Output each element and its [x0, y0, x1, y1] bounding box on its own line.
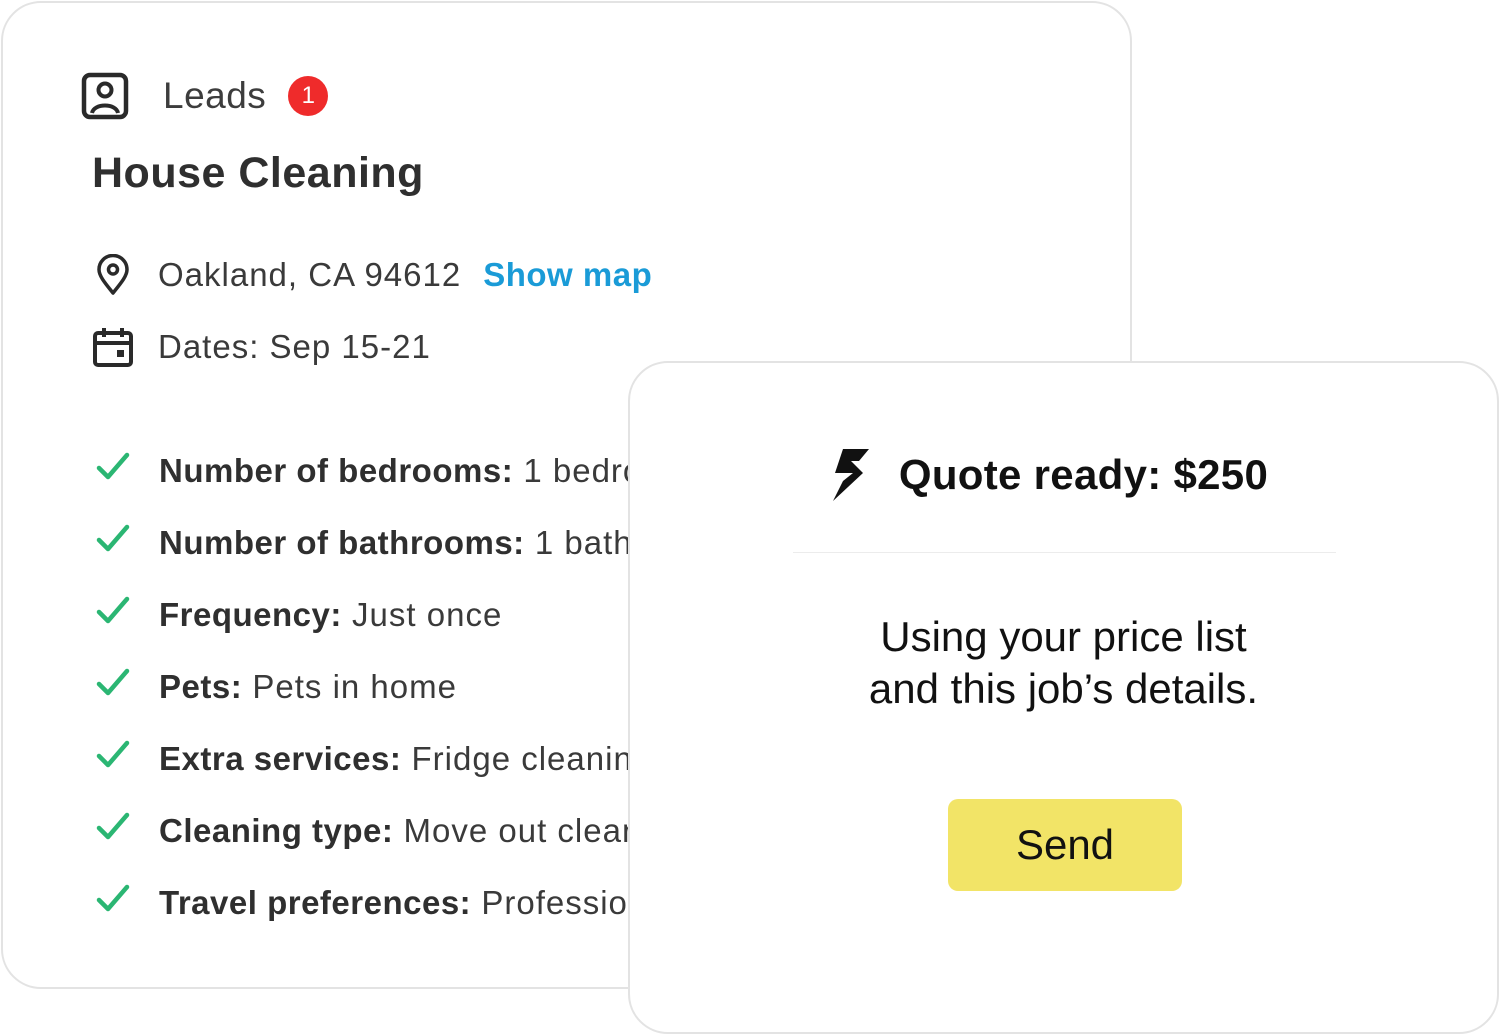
- detail-item: Extra services: Fridge cleaning: [95, 723, 712, 795]
- detail-text: Travel preferences: Professional: [159, 884, 675, 922]
- screen: Leads 1 House Cleaning Oakland, CA 94612…: [0, 0, 1500, 1036]
- detail-value: Pets in home: [242, 668, 457, 705]
- user-portrait-icon: [81, 72, 129, 120]
- detail-key: Frequency:: [159, 596, 342, 633]
- detail-key: Number of bathrooms:: [159, 524, 525, 561]
- check-icon: [96, 740, 130, 768]
- quote-description-line: Using your price list: [880, 613, 1247, 660]
- quote-card: Quote ready: $250 Using your price list …: [628, 361, 1499, 1034]
- lightning-bolt-icon: [832, 449, 869, 501]
- detail-value: Just once: [341, 596, 503, 633]
- detail-item: Frequency: Just once: [95, 579, 712, 651]
- check-icon: [96, 596, 130, 624]
- quote-title: Quote ready: $250: [898, 451, 1269, 498]
- detail-text: Frequency: Just once: [159, 596, 502, 634]
- detail-item: Cleaning type: Move out cleaning: [95, 795, 712, 867]
- quote-description: Using your price list and this job’s det…: [630, 611, 1497, 715]
- detail-text: Extra services: Fridge cleaning: [159, 740, 652, 778]
- calendar-icon: [93, 328, 133, 367]
- notification-badge: 1: [288, 76, 329, 116]
- detail-item: Travel preferences: Professional: [95, 867, 712, 939]
- detail-text: Pets: Pets in home: [159, 668, 457, 706]
- detail-key: Travel preferences:: [159, 884, 472, 921]
- location-text: Oakland, CA 94612: [158, 256, 462, 293]
- leads-label: Leads: [163, 75, 267, 116]
- dates-row: Dates: Sep 15-21: [92, 325, 431, 369]
- detail-text: Number of bedrooms: 1 bedroom: [159, 452, 690, 490]
- map-pin-icon: [97, 254, 129, 295]
- detail-key: Number of bedrooms:: [159, 452, 514, 489]
- detail-key: Pets:: [159, 668, 243, 705]
- detail-value: Fridge cleaning: [401, 740, 653, 777]
- show-map-link[interactable]: Show map: [483, 256, 652, 294]
- detail-key: Cleaning type:: [159, 812, 394, 849]
- detail-key: Extra services:: [159, 740, 402, 777]
- detail-text: Cleaning type: Move out cleaning: [159, 812, 688, 850]
- check-icon: [96, 524, 130, 552]
- check-icon: [96, 812, 130, 840]
- check-icon: [96, 452, 130, 480]
- dates-text: Dates: Sep 15-21: [158, 328, 431, 365]
- quote-header: Quote ready: $250: [630, 447, 1497, 503]
- send-button[interactable]: Send: [948, 799, 1182, 891]
- check-icon: [96, 884, 130, 912]
- location-row: Oakland, CA 94612 Show map: [92, 253, 652, 297]
- leads-header: Leads 1: [81, 71, 329, 121]
- check-icon: [96, 668, 130, 696]
- divider: [793, 552, 1336, 553]
- quote-description-line: and this job’s details.: [868, 665, 1259, 712]
- job-title: House Cleaning: [92, 149, 424, 197]
- job-details-list: Number of bedrooms: 1 bedroom Number of …: [95, 435, 712, 939]
- detail-item: Number of bathrooms: 1 bathroom: [95, 507, 712, 579]
- detail-item: Number of bedrooms: 1 bedroom: [95, 435, 712, 507]
- detail-item: Pets: Pets in home: [95, 651, 712, 723]
